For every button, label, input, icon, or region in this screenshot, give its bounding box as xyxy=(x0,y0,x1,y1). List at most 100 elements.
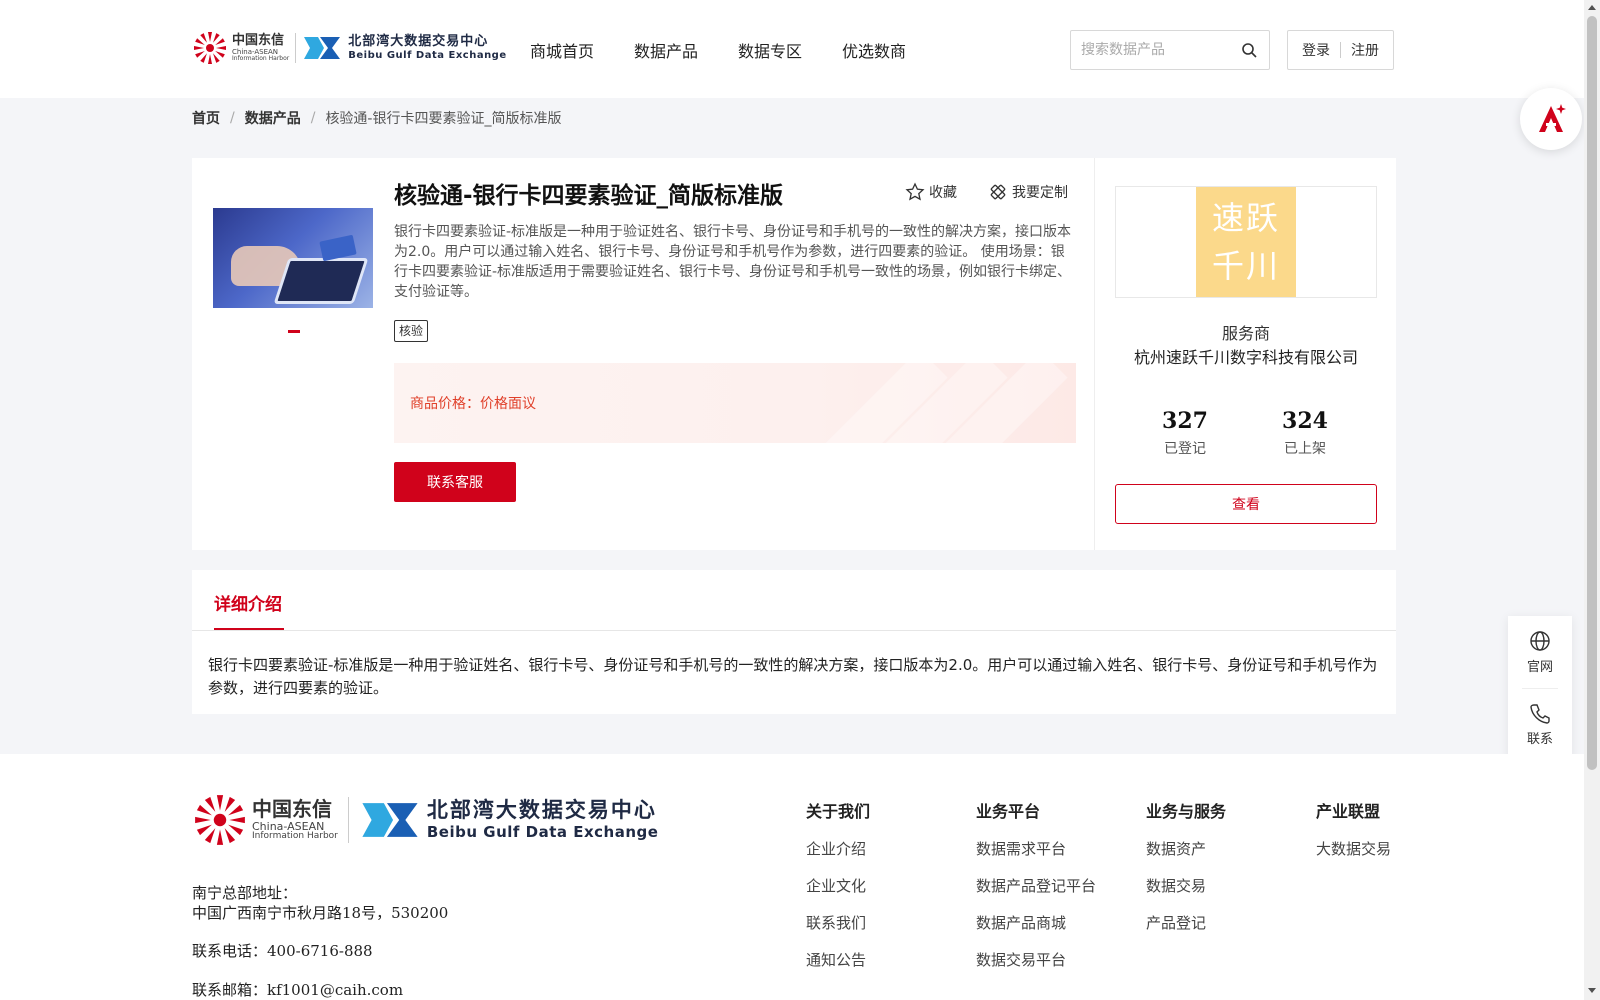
footer-logo[interactable]: 中国东信 China-ASEAN Information Harbor 北部湾大… xyxy=(192,792,658,848)
stat-registered: 327 已登记 xyxy=(1125,408,1245,458)
image-carousel-indicator[interactable] xyxy=(288,330,300,333)
provider-logo[interactable]: 速跃 千川 xyxy=(1196,187,1296,297)
scroll-down-arrow-icon[interactable] xyxy=(1588,988,1596,993)
side-item-website-label: 官网 xyxy=(1526,659,1553,675)
scroll-up-arrow-icon[interactable] xyxy=(1588,5,1596,10)
favorite-button[interactable]: 收藏 xyxy=(905,182,957,202)
product-image-tablet xyxy=(273,258,369,304)
stat-registered-count: 327 xyxy=(1162,408,1208,434)
footer-link[interactable]: 数据产品商城 xyxy=(976,912,1096,933)
footer-link[interactable]: 产品登记 xyxy=(1146,912,1226,933)
nav-item-data-products[interactable]: 数据产品 xyxy=(634,38,698,62)
site-footer: 中国东信 China-ASEAN Information Harbor 北部湾大… xyxy=(0,754,1584,1000)
footer-link[interactable]: 数据需求平台 xyxy=(976,838,1096,859)
page-scrollbar[interactable] xyxy=(1584,0,1600,1000)
footer-link[interactable]: 大数据交易 xyxy=(1316,838,1391,859)
price-value: 价格面议 xyxy=(480,396,536,412)
footer-logo-cn-text: 中国东信 xyxy=(252,797,332,821)
footer-logo-en-text-2: Information Harbor xyxy=(252,831,338,841)
beibu-gulf-logo-icon xyxy=(304,37,341,59)
stat-listed: 324 已上架 xyxy=(1245,408,1365,458)
footer-column-alliance: 产业联盟 大数据交易 xyxy=(1316,798,1391,875)
main-nav: 商城首页 数据产品 数据专区 优选数商 xyxy=(530,38,946,62)
search-input[interactable] xyxy=(1081,31,1241,69)
footer-link[interactable]: 数据资产 xyxy=(1146,838,1226,859)
logo-divider xyxy=(295,33,297,63)
footer-bb-cn-text: 北部湾大数据交易中心 xyxy=(426,798,657,822)
china-asean-logo-icon xyxy=(195,795,245,845)
breadcrumb-separator: / xyxy=(230,110,235,126)
provider-logo-frame: 速跃 千川 xyxy=(1115,186,1377,298)
breadcrumb-category[interactable]: 数据产品 xyxy=(245,108,301,128)
side-item-contact-label: 联系 xyxy=(1526,731,1553,747)
login-link[interactable]: 登录 xyxy=(1302,40,1330,60)
product-title: 核验通-银行卡四要素验证_简版标准版 xyxy=(394,183,784,209)
footer-link[interactable]: 数据交易 xyxy=(1146,875,1226,896)
footer-column-title: 关于我们 xyxy=(806,802,871,821)
view-provider-button[interactable]: 查看 xyxy=(1115,484,1377,524)
detail-text: 银行卡四要素验证-标准版是一种用于验证姓名、银行卡号、身份证号和手机号的一致性的… xyxy=(208,656,1378,697)
detail-section: 详细介绍 银行卡四要素验证-标准版是一种用于验证姓名、银行卡号、身份证号和手机号… xyxy=(192,570,1396,714)
breadcrumb-current: 核验通-银行卡四要素验证_简版标准版 xyxy=(325,111,562,127)
ai-assistant-button[interactable] xyxy=(1520,88,1582,150)
scrollbar-thumb[interactable] xyxy=(1587,16,1597,770)
bb-cn-text: 北部湾大数据交易中心 xyxy=(348,34,489,49)
product-tag[interactable]: 核验 xyxy=(394,320,429,342)
search-icon[interactable] xyxy=(1241,42,1257,58)
footer-link[interactable]: 企业文化 xyxy=(806,875,870,896)
site-logo[interactable]: 中国东信 China-ASEAN Information Harbor 北部湾大… xyxy=(192,30,507,66)
footer-column-title: 产业联盟 xyxy=(1316,802,1381,821)
globe-icon xyxy=(1530,630,1550,651)
provider-name[interactable]: 杭州速跃千川数字科技有限公司 xyxy=(1095,344,1397,368)
side-item-website[interactable]: 官网 xyxy=(1508,616,1572,688)
footer-logo-divider xyxy=(347,797,349,843)
logo-cn-text: 中国东信 xyxy=(232,33,285,48)
provider-logo-line1: 速跃 xyxy=(1211,199,1280,237)
stat-listed-count: 324 xyxy=(1282,408,1328,434)
stat-listed-label: 已上架 xyxy=(1284,441,1326,457)
footer-link[interactable]: 通知公告 xyxy=(806,949,870,970)
china-asean-logo-icon xyxy=(194,32,226,64)
contact-service-button[interactable]: 联系客服 xyxy=(394,462,516,502)
register-link[interactable]: 注册 xyxy=(1351,40,1379,60)
auth-box: 登录 注册 xyxy=(1287,30,1394,70)
nav-item-data-zone[interactable]: 数据专区 xyxy=(738,38,802,62)
customize-icon xyxy=(990,184,1006,200)
detail-divider xyxy=(192,630,1396,631)
product-card: 核验通-银行卡四要素验证_简版标准版 收藏 我要定制 银行卡四要素验证-标准版是… xyxy=(192,158,1094,550)
customize-button[interactable]: 我要定制 xyxy=(988,182,1068,202)
footer-link[interactable]: 数据交易平台 xyxy=(976,949,1096,970)
address-text: 中国广西南宁市秋月路18号，530200 xyxy=(192,904,449,922)
bb-en-text: Beibu Gulf Data Exchange xyxy=(348,50,507,61)
price-label: 商品价格： xyxy=(410,396,480,412)
tab-active-underline xyxy=(214,628,284,630)
footer-link[interactable]: 数据产品登记平台 xyxy=(976,875,1096,896)
product-image[interactable] xyxy=(213,208,373,308)
footer-link[interactable]: 联系我们 xyxy=(806,912,870,933)
price-text: 商品价格：价格面议 xyxy=(410,393,536,413)
tab-detail-intro[interactable]: 详细介绍 xyxy=(214,590,282,615)
product-description: 银行卡四要素验证-标准版是一种用于验证姓名、银行卡号、身份证号和手机号的一致性的… xyxy=(394,224,1072,300)
logo-en-text-2: Information Harbor xyxy=(232,55,290,62)
footer-column-services: 业务与服务 数据资产 数据交易 产品登记 xyxy=(1146,798,1226,949)
provider-role: 服务商 xyxy=(1221,324,1270,343)
footer-column-title: 业务平台 xyxy=(976,802,1041,821)
star-icon xyxy=(905,182,925,201)
nav-item-home[interactable]: 商城首页 xyxy=(530,38,594,62)
search-box xyxy=(1070,30,1270,70)
provider-card: 速跃 千川 服务商 杭州速跃千川数字科技有限公司 327 已登记 324 已上架… xyxy=(1094,158,1396,550)
breadcrumb-home[interactable]: 首页 xyxy=(192,108,220,128)
auth-divider xyxy=(1340,42,1341,58)
breadcrumb-separator: / xyxy=(310,110,316,126)
address-label: 南宁总部地址： xyxy=(192,884,298,902)
ai-assistant-icon xyxy=(1539,104,1566,132)
email-text: 联系邮箱：kf1001@caih.com xyxy=(192,981,404,999)
price-box: 商品价格：价格面议 xyxy=(394,363,1076,443)
provider-logo-line2: 千川 xyxy=(1211,247,1280,285)
footer-column-about: 关于我们 企业介绍 企业文化 联系我们 通知公告 xyxy=(806,798,870,986)
nav-item-preferred-merchants[interactable]: 优选数商 xyxy=(842,38,906,62)
side-toolbar: 官网 联系 xyxy=(1508,616,1572,760)
footer-link[interactable]: 企业介绍 xyxy=(806,838,870,859)
footer-column-title: 业务与服务 xyxy=(1146,802,1227,821)
side-item-contact[interactable]: 联系 xyxy=(1508,688,1572,760)
